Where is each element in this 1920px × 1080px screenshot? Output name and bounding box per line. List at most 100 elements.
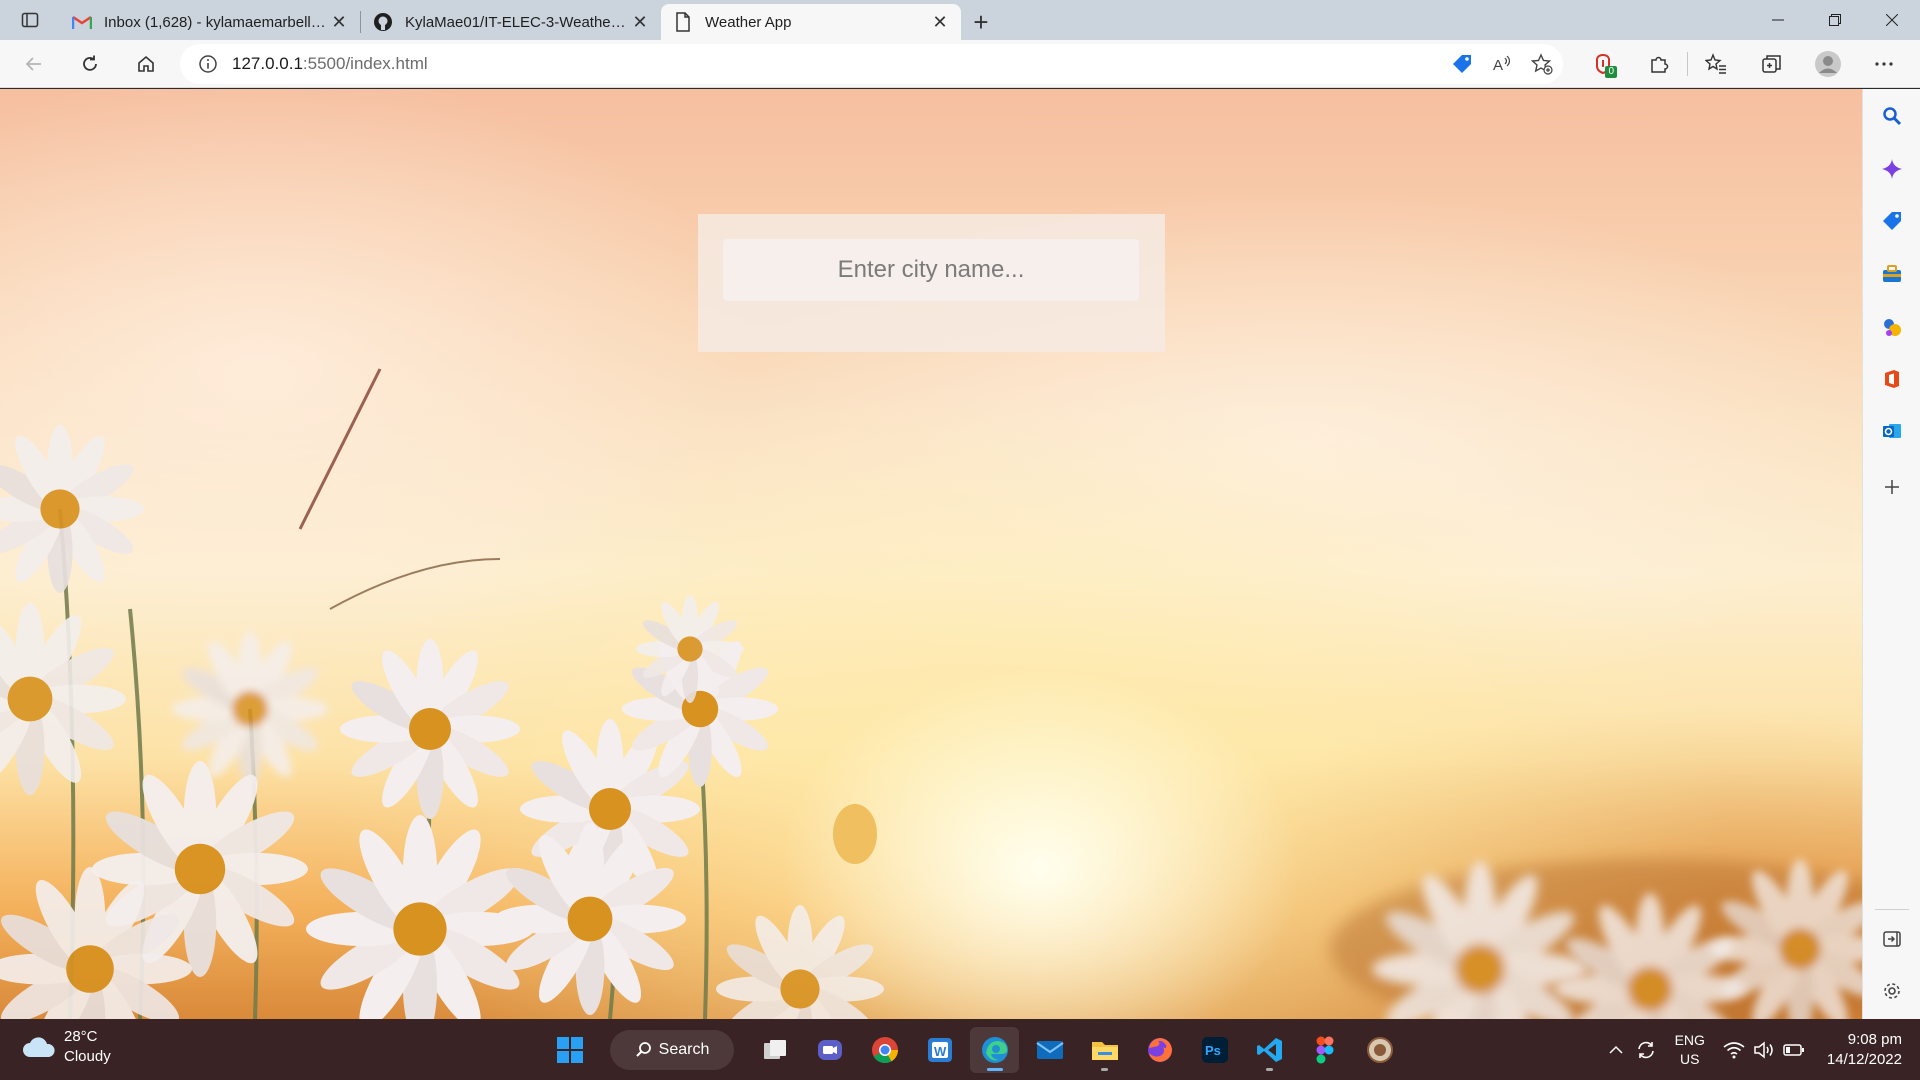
language-code: ENG [1674, 1031, 1705, 1048]
window-controls [1749, 0, 1920, 40]
wifi-button[interactable] [1719, 1035, 1749, 1065]
minimize-button[interactable] [1749, 0, 1806, 40]
url-host: 127.0.0.1 [232, 54, 303, 73]
read-aloud-icon[interactable]: A [1491, 53, 1513, 75]
avatar-icon [1815, 51, 1841, 77]
tab-close-button[interactable]: ✕ [629, 11, 651, 33]
taskbar-vscode[interactable] [1245, 1027, 1294, 1073]
taskbar-search-label: Search [658, 1041, 710, 1058]
running-indicator [1101, 1068, 1108, 1071]
tab-actions-button[interactable] [0, 0, 60, 40]
taskbar-firefox[interactable] [1135, 1027, 1184, 1073]
taskbar-file-explorer[interactable] [1080, 1027, 1129, 1073]
sidebar-tools-button[interactable] [1863, 254, 1920, 294]
taskbar-photoshop[interactable]: Ps [1190, 1027, 1239, 1073]
chrome-icon [871, 1037, 898, 1064]
weather-app-page [0, 89, 1862, 1019]
sidebar-games-button[interactable] [1863, 307, 1920, 347]
address-bar[interactable]: 127.0.0.1:5500/index.html A [180, 44, 1563, 84]
weather-widget[interactable]: 28°C Cloudy [22, 1027, 111, 1067]
taskbar-mail[interactable] [1025, 1027, 1074, 1073]
sidebar-search-button[interactable] [1863, 96, 1920, 136]
favorites-button[interactable] [1688, 44, 1744, 84]
collections-button[interactable] [1744, 44, 1800, 84]
url-path: :5500/index.html [302, 54, 428, 73]
tab-gmail[interactable]: Inbox (1,628) - kylamaemarbella@ ✕ [60, 4, 360, 40]
profile-button[interactable] [1800, 44, 1856, 84]
edge-icon [981, 1037, 1008, 1063]
tab-title: Weather App [705, 13, 792, 31]
mail-icon [1035, 1041, 1064, 1059]
taskbar-task-view[interactable] [750, 1027, 799, 1073]
tab-close-button[interactable]: ✕ [929, 11, 951, 33]
wifi-icon [1723, 1041, 1745, 1058]
refresh-button[interactable] [70, 44, 110, 84]
photoshop-icon: Ps [1201, 1037, 1228, 1063]
svg-text:W: W [934, 1044, 947, 1059]
taskbar-figma[interactable] [1300, 1027, 1349, 1073]
svg-text:A: A [1493, 57, 1503, 74]
tab-close-button[interactable]: ✕ [328, 11, 350, 33]
sidebar-settings-button[interactable] [1863, 971, 1920, 1011]
tab-title: Inbox (1,628) - kylamaemarbella@ [104, 13, 328, 31]
firefox-icon [1147, 1038, 1172, 1062]
sidebar-copilot-button[interactable] [1863, 149, 1920, 189]
new-tab-button[interactable]: + [961, 4, 1001, 40]
active-indicator [987, 1068, 1003, 1071]
sidebar-hide-button[interactable] [1863, 919, 1920, 959]
tab-strip: Inbox (1,628) - kylamaemarbella@ ✕ KylaM… [0, 0, 1920, 40]
extensions-button[interactable] [1631, 44, 1687, 84]
search-icon [635, 1042, 651, 1057]
github-icon [371, 10, 395, 34]
start-button[interactable] [545, 1027, 594, 1073]
close-icon [1885, 14, 1898, 26]
task-view-icon [763, 1040, 786, 1059]
sidebar-add-button[interactable] [1863, 467, 1920, 507]
taskbar-teams-chat[interactable] [805, 1027, 854, 1073]
folder-icon [1091, 1042, 1118, 1060]
toolbar-right: 0 [1575, 40, 1920, 88]
address-bar-actions: A [1451, 44, 1553, 84]
taskbar-edge[interactable] [970, 1027, 1019, 1073]
taskbar-chrome[interactable] [860, 1027, 909, 1073]
restore-button[interactable] [1806, 0, 1863, 40]
refresh-icon [83, 55, 97, 71]
extension-counter-button[interactable]: 0 [1575, 44, 1631, 84]
sync-icon [1637, 1041, 1654, 1058]
restore-icon [1828, 14, 1841, 26]
language-indicator[interactable]: ENG US [1675, 1031, 1705, 1069]
tab-weather-app[interactable]: Weather App ✕ [661, 4, 961, 40]
speaker-icon [1754, 1040, 1773, 1059]
taskbar-word[interactable]: W [915, 1027, 964, 1073]
coupon-tag-icon[interactable] [1451, 53, 1473, 75]
tray-overflow-button[interactable] [1601, 1035, 1631, 1065]
tray-sync-button[interactable] [1631, 1035, 1661, 1065]
close-window-button[interactable] [1863, 0, 1920, 40]
volume-button[interactable] [1749, 1035, 1779, 1065]
sidebar-office-button[interactable] [1863, 359, 1920, 399]
sidebar-shopping-button[interactable] [1863, 201, 1920, 241]
settings-more-button[interactable] [1856, 44, 1912, 84]
figma-icon [1316, 1036, 1333, 1064]
add-favorite-icon[interactable] [1531, 53, 1553, 75]
sidebar-outlook-button[interactable] [1863, 411, 1920, 451]
clock-date: 14/12/2022 [1826, 1050, 1902, 1068]
back-button[interactable] [14, 44, 54, 84]
taskbar-app-seal[interactable] [1355, 1027, 1404, 1073]
taskbar-search-button[interactable]: Search [610, 1030, 734, 1070]
battery-button[interactable] [1779, 1035, 1809, 1065]
more-dots-icon [1875, 62, 1893, 66]
info-icon[interactable] [198, 54, 218, 74]
city-search-input[interactable] [723, 239, 1139, 301]
games-icon [1884, 319, 1901, 336]
url-text: 127.0.0.1:5500/index.html [232, 54, 428, 74]
tab-github[interactable]: KylaMae01/IT-ELEC-3-Weather-A ✕ [361, 4, 661, 40]
cloud-icon [23, 1037, 55, 1057]
battery-icon [1783, 1043, 1804, 1056]
taskbar-clock[interactable]: 9:08 pm 14/12/2022 [1827, 1030, 1902, 1070]
shopping-tag-icon [1883, 212, 1901, 230]
sparkle-icon [1882, 159, 1902, 179]
home-button[interactable] [126, 44, 166, 84]
clock-time: 9:08 pm [1847, 1030, 1902, 1048]
collections-icon [1762, 55, 1781, 73]
